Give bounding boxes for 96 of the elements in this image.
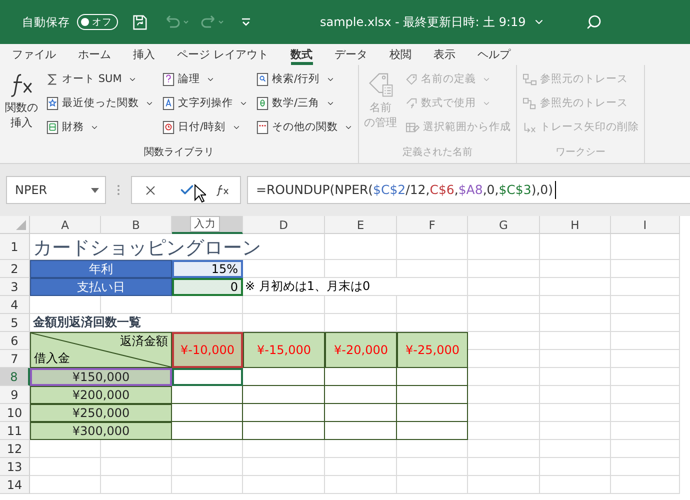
dots-book-icon	[256, 120, 269, 134]
tag-icon	[405, 72, 418, 86]
trace-precedents-icon	[522, 72, 537, 86]
row-axis-label: 借入金	[33, 350, 71, 367]
clock-book-icon	[162, 120, 175, 134]
ribbon-command[interactable]: 文字列操作	[161, 92, 249, 114]
row-header[interactable]: 9	[0, 386, 30, 404]
function-icon	[216, 184, 230, 196]
ribbon-tab[interactable]: ページ レイアウト	[177, 44, 268, 65]
ribbon-command[interactable]: その他の関数	[255, 116, 354, 138]
ribbon-tab[interactable]: 挿入	[133, 44, 155, 65]
principal-cell: ¥300,000	[30, 422, 172, 440]
ribbon-tab[interactable]: 表示	[434, 44, 456, 65]
theta-book-icon	[256, 96, 269, 110]
row-header[interactable]: 10	[0, 404, 30, 422]
column-header[interactable]: E	[325, 216, 397, 234]
row-header[interactable]: 6	[0, 332, 30, 350]
column-header[interactable]: D	[243, 216, 325, 234]
ribbon-command[interactable]: 数学/三角	[255, 92, 354, 114]
dropdown-caret-icon	[91, 188, 99, 192]
ribbon-tab[interactable]: データ	[334, 44, 368, 65]
ribbon-command[interactable]: 日付/時刻	[161, 116, 249, 138]
ribbon-command[interactable]: 論理	[161, 68, 249, 90]
label-cell: 年利	[30, 260, 172, 278]
ribbon-tab[interactable]: ホーム	[78, 44, 111, 65]
coins-book-icon	[46, 120, 59, 134]
table-tag-icon	[405, 120, 420, 134]
insert-function-button[interactable]: 関数の 挿入	[4, 68, 39, 145]
row-header[interactable]: 12	[0, 440, 30, 458]
grid-cell[interactable]	[325, 404, 397, 422]
autosave-toggle[interactable]: オフ	[77, 14, 118, 30]
sigma-icon	[46, 72, 59, 86]
ribbon-command[interactable]: 最近使った関数	[45, 92, 155, 114]
trace-dependents-icon	[522, 96, 537, 110]
insert-function-button[interactable]	[214, 182, 232, 198]
ribbon-command[interactable]: 検索/行列	[255, 68, 354, 90]
group-label: ワークシー	[554, 146, 606, 160]
formula-input[interactable]: =ROUNDUP(NPER($C$2/12,C$6,$A8,0,$C$3),0)	[247, 176, 690, 204]
row-header[interactable]: 2	[0, 260, 30, 278]
column-header[interactable]: H	[540, 216, 611, 234]
row-header[interactable]: 7	[0, 350, 30, 368]
row-header[interactable]: 5	[0, 314, 30, 332]
row-header[interactable]: 14	[0, 476, 30, 494]
autosave-label: 自動保存	[22, 14, 70, 30]
ribbon-tab[interactable]: ヘルプ	[478, 44, 510, 65]
amount-cell: ¥-25,000	[397, 332, 468, 368]
grid-cell[interactable]	[243, 422, 325, 440]
grip-icon	[117, 184, 120, 196]
input-cell: 15%	[172, 260, 243, 278]
grid-cell[interactable]	[243, 386, 325, 404]
grid-cell[interactable]	[325, 386, 397, 404]
grid-cell[interactable]	[397, 404, 468, 422]
remove-arrows-icon	[522, 120, 537, 134]
ribbon-tab[interactable]: ファイル	[12, 44, 56, 65]
search-icon[interactable]	[586, 14, 602, 30]
row-header[interactable]: 1	[0, 234, 30, 260]
amount-cell: ¥-10,000	[172, 332, 243, 368]
column-header[interactable]: F	[397, 216, 468, 234]
principal-cell: ¥150,000	[30, 368, 172, 386]
magnifier-book-icon	[256, 72, 269, 86]
row-header[interactable]: 3	[0, 278, 30, 296]
letter-book-icon	[162, 96, 175, 110]
column-header[interactable]: I	[611, 216, 680, 234]
question-book-icon	[162, 72, 175, 86]
amount-cell: ¥-20,000	[325, 332, 397, 368]
principal-cell: ¥250,000	[30, 404, 172, 422]
input-cell: 0	[172, 278, 243, 296]
row-header[interactable]: 13	[0, 458, 30, 476]
row-header[interactable]: 11	[0, 422, 30, 440]
grid-cell[interactable]	[397, 386, 468, 404]
tooltip: 入力	[190, 216, 220, 232]
column-header[interactable]: G	[468, 216, 540, 234]
note-text: ※ 月初めは1、月末は0	[243, 278, 468, 296]
grid-cell[interactable]	[243, 404, 325, 422]
grid-cell[interactable]	[325, 422, 397, 440]
name-box[interactable]: NPER	[6, 176, 106, 204]
window-title: sample.xlsx - 最終更新日時: 土 9:19	[320, 14, 526, 30]
select-all-icon[interactable]	[16, 220, 26, 230]
grid-cell[interactable]	[397, 422, 468, 440]
ribbon-command[interactable]: オート SUM	[45, 68, 155, 90]
star-book-icon	[46, 96, 59, 110]
column-header[interactable]: B	[101, 216, 172, 234]
group-label: 関数ライブラリ	[143, 146, 215, 160]
column-header[interactable]: A	[30, 216, 101, 234]
save-icon[interactable]	[131, 14, 148, 30]
row-header[interactable]: 8	[0, 368, 30, 386]
tag-formula-icon	[405, 96, 418, 110]
label-cell: 支払い日	[30, 278, 172, 296]
ribbon-command[interactable]: 財務	[45, 116, 155, 138]
group-label: 定義された名前	[402, 146, 474, 160]
column-axis-label: 返済金額	[119, 333, 169, 350]
ribbon-tab[interactable]: 校閲	[390, 44, 412, 65]
row-header[interactable]: 4	[0, 296, 30, 314]
active-cell[interactable]	[172, 368, 243, 386]
principal-cell: ¥200,000	[30, 386, 172, 404]
amount-cell: ¥-15,000	[243, 332, 325, 368]
